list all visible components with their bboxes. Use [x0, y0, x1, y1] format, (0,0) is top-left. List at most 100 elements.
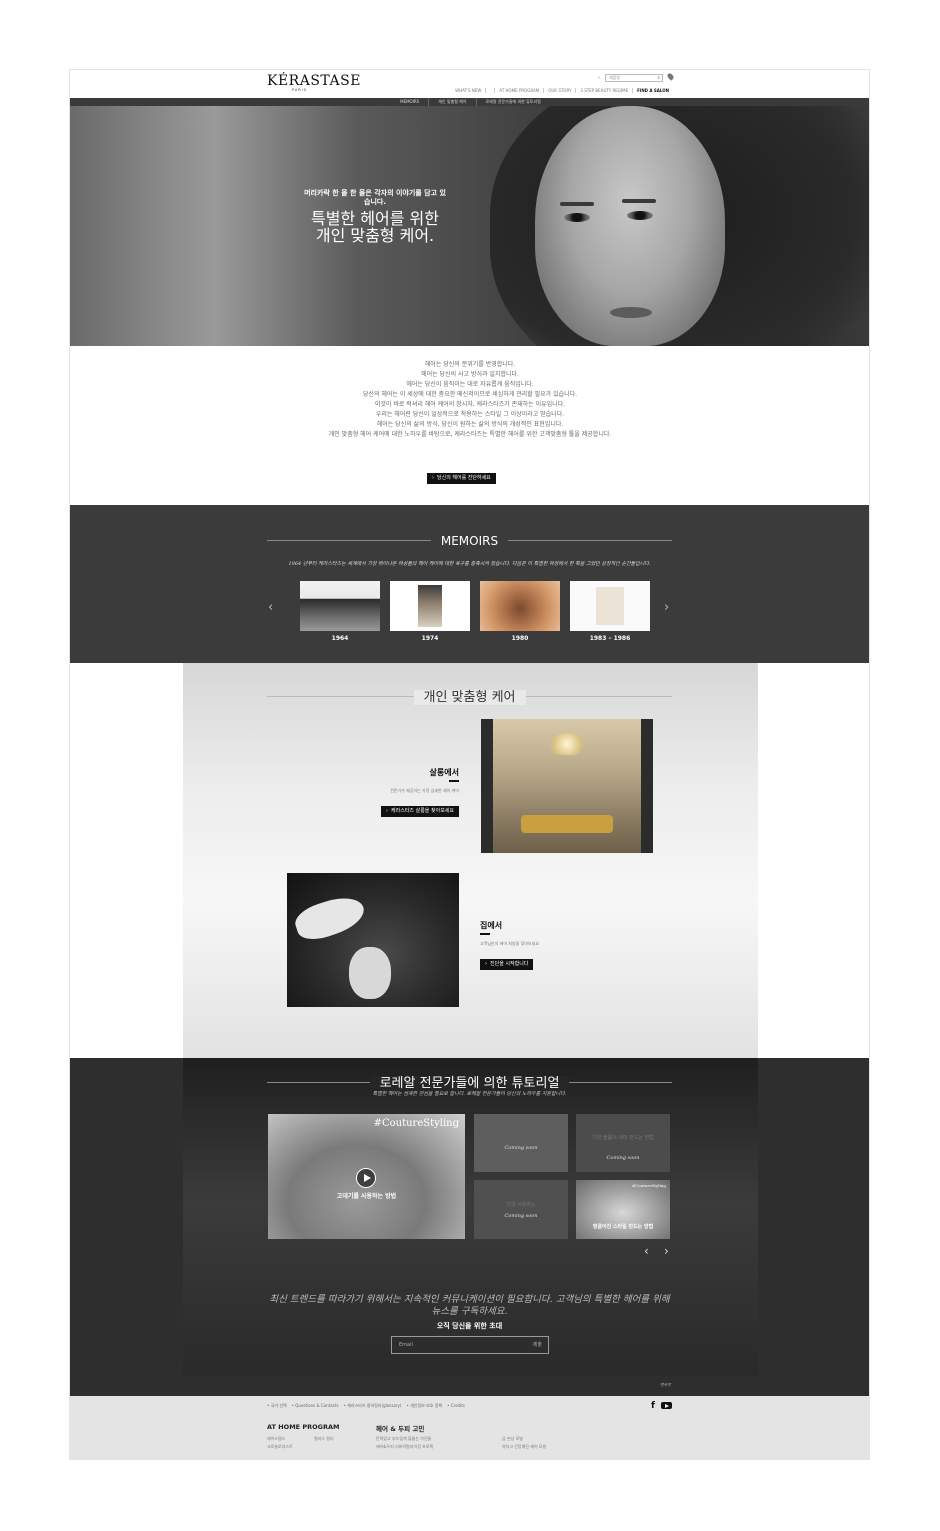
tile-faded-title: 다양 사용하는	[506, 1202, 536, 1208]
location-pin-icon[interactable]	[666, 72, 675, 81]
memoir-year-1980: 1980	[511, 635, 529, 642]
site-header: KÉRASTASE PARIS ‹ 제품명 ⌕ WHAT'S NEW AT HO…	[70, 70, 869, 98]
tutorial-prev-arrow-icon[interactable]: ‹	[644, 1244, 649, 1258]
coming-soon-label: Coming soon	[504, 1145, 538, 1151]
newsletter-invite: 오직 당신을 위한 초대	[436, 1322, 503, 1330]
footer-col1-item[interactable]: 컬러스 릴리	[314, 1436, 334, 1442]
intro-line: 헤어는 당신이 움직이는 대로 자유롭게 움직입니다.	[406, 381, 534, 388]
hand-right	[349, 947, 391, 999]
page-frame: KÉRASTASE PARIS ‹ 제품명 ⌕ WHAT'S NEW AT HO…	[69, 69, 870, 1460]
tutorial-tile-2[interactable]: 다양 볼륨의 셰이 만드는 방법 Coming soon	[576, 1114, 670, 1172]
salon-block: 살롱에서 전문가가 제공하는 가장 섬세한 헤어 케어 › 케라스타즈 살롱을 찾…	[363, 767, 459, 817]
diagnose-hair-label: 당신의 헤어를 진단하세요	[437, 475, 491, 481]
memoirs-next-arrow-icon[interactable]: ›	[664, 600, 669, 615]
salon-door-left	[481, 719, 493, 853]
footer-col1-item[interactable]: 헤어스템스	[267, 1436, 285, 1442]
tutorial-tile-3[interactable]: 다양 사용하는 Coming soon	[474, 1180, 568, 1239]
intro-line: 헤어는 당신의 사고 방식과 일치합니다.	[421, 371, 519, 378]
find-salon-button[interactable]: › 케라스타즈 살롱을 찾아보세요	[381, 806, 459, 817]
footer-link-contacts[interactable]: Questions & Contacts	[292, 1403, 344, 1409]
footer-col1-item[interactable]: 크로놀로지스트	[267, 1444, 293, 1450]
intro-text: 헤어는 당신의 분위기를 반영합니다. 헤어는 당신의 사고 방식과 일치합니다…	[270, 360, 670, 440]
start-diagnosis-label: 진단을 시작합니다	[490, 961, 529, 967]
hero-brow-right	[622, 199, 656, 203]
search-input[interactable]: 제품명 ⌕	[605, 74, 663, 82]
home-text: 고객님만의 헤어 처방을 찾아보세요	[480, 941, 540, 946]
hero-kicker: 머리카락 한 올 한 올은 각자의 이야기를 담고 있습니다.	[304, 189, 446, 206]
intro-line: 이것이 바로 럭셔리 헤어 케어의 창시자, 케라스타즈가 존재하는 이유입니다…	[374, 401, 566, 408]
footer-link-credits[interactable]: Credits	[447, 1403, 470, 1409]
subnav-memoirs[interactable]: MEMOIRS	[391, 98, 428, 106]
memoir-thumbnail-1980[interactable]	[480, 581, 560, 631]
tutorial-tile-4[interactable]: #CoutureStyling 헝클어진 스타일 만드는 방법	[576, 1180, 670, 1239]
nav-our-story[interactable]: OUR STORY	[543, 88, 575, 93]
footer-col2-title[interactable]: 헤어 & 두피 고민	[376, 1423, 424, 1433]
footer-col2-item[interactable]: 헤어&두피 리바이탈라이징 프로젝	[376, 1444, 433, 1450]
subnav-tutorial[interactable]: 로레알 전문가들에 의한 튜토리얼	[475, 98, 550, 106]
home-haircare-image	[287, 873, 459, 1007]
youtube-icon[interactable]	[661, 1402, 672, 1409]
footer-link-privacy[interactable]: 개인정보 보호 정책	[406, 1403, 447, 1409]
site-footer: 국가 선택 Questions & Contacts 케라스타즈 용어정리(gl…	[70, 1396, 869, 1459]
tile-faded-title: 다양 볼륨의 셰이 만드는 방법	[592, 1135, 654, 1141]
tutorial-next-arrow-icon[interactable]: ›	[664, 1244, 669, 1258]
intro-line: 헤어는 당신의 분위기를 반영합니다.	[424, 361, 516, 368]
hero-lips	[610, 307, 652, 318]
tutorial-section: 로레알 전문가들에 의한 튜토리얼 특별한 헤어는 섬세한 관심을 필요로 합니…	[70, 1058, 869, 1396]
personal-care-title: 개인 맞춤형 케어	[267, 686, 672, 705]
footer-link-country[interactable]: 국가 선택	[267, 1403, 292, 1409]
nav-whats-new[interactable]: WHAT'S NEW	[451, 88, 485, 93]
memoir-year-1974: 1974	[421, 635, 439, 642]
memoir-book-cover	[418, 585, 442, 627]
nav-beauty-regime[interactable]: 3 STEP BEAUTY REGIME	[575, 88, 632, 93]
memoir-thumbnail-1974[interactable]	[390, 581, 470, 631]
intro-line: 개인 맞춤형 헤어 케어에 대한 노하우를 바탕으로, 케라스타즈는 특별한 헤…	[328, 431, 612, 438]
salon-text: 전문가가 제공하는 가장 섬세한 헤어 케어	[390, 788, 459, 793]
nav-empty	[485, 88, 494, 93]
email-input[interactable]: Email 제출	[391, 1336, 549, 1354]
memoir-year-1964: 1964	[331, 635, 349, 642]
tutorial-main-caption: 고데기를 사용하는 방법	[336, 1193, 397, 1200]
memoirs-title-text: MEMOIRS	[430, 534, 509, 548]
facebook-icon[interactable]: f	[651, 1401, 655, 1411]
tutorial-title: 로레알 전문가들에 의한 튜토리얼	[267, 1072, 672, 1091]
intro-line: 우리는 헤어란 당신이 일상적으로 착용하는 스타일 그 이상이라고 믿습니다.	[375, 411, 565, 418]
search-placeholder: 제품명	[609, 75, 621, 80]
footer-col2-item[interactable]: 약하고 건강해진 헤어 모발	[502, 1444, 546, 1450]
memoir-thumbnail-1983[interactable]	[570, 581, 650, 631]
footer-col2-item[interactable]: 탄력있고 부드럽게 볼륨는 가진들	[376, 1436, 431, 1442]
start-diagnosis-button[interactable]: › 진단을 시작합니다	[480, 959, 534, 970]
home-block: 집에서 고객님만의 헤어 처방을 찾아보세요 › 진단을 시작합니다	[480, 920, 590, 970]
tutorial-tile-1[interactable]: Coming soon	[474, 1114, 568, 1172]
search-icon[interactable]: ⌕	[657, 75, 660, 81]
memoirs-description: 1964 년부터 케라스타즈는 세계에서 가장 뛰어나온 여성들의 헤어 케어에…	[288, 561, 651, 567]
brand-logo[interactable]: KÉRASTASE	[267, 73, 361, 89]
top-navigation: WHAT'S NEW AT HOME PROGRAM OUR STORY 3 S…	[451, 88, 673, 93]
diagnose-hair-button[interactable]: › 당신의 헤어를 진단하세요	[427, 473, 496, 484]
home-heading: 집에서	[480, 920, 590, 935]
footer-col1-title[interactable]: AT HOME PROGRAM	[267, 1423, 340, 1431]
salon-door-right	[641, 719, 653, 853]
nav-at-home-program[interactable]: AT HOME PROGRAM	[494, 88, 543, 93]
tutorial-tile-caption: 헝클어진 스타일 만드는 방법	[592, 1224, 654, 1230]
play-icon[interactable]	[356, 1168, 376, 1188]
footer-link-glossary[interactable]: 케라스타즈 용어정리(glossary)	[344, 1403, 407, 1409]
hero-brow-left	[560, 202, 594, 206]
subnav-personal-care[interactable]: 개인 맞춤형 케어	[428, 98, 475, 106]
memoir-document	[596, 587, 624, 625]
memoir-thumbnail-1964[interactable]	[300, 581, 380, 631]
tutorial-hashtag: #CoutureStyling	[373, 1118, 459, 1129]
hero-title: 특별한 헤어를 위한 개인 맞춤형 케어.	[311, 209, 439, 245]
nav-find-a-salon[interactable]: FIND A SALON	[632, 88, 673, 93]
email-submit-button[interactable]: 제출	[533, 1337, 542, 1353]
intro-line: 당신의 헤어는 이 세상에 대한 중요한 메신저이므로 세심하게 관리할 필요가…	[362, 391, 578, 398]
memoirs-prev-arrow-icon[interactable]: ‹	[268, 600, 273, 615]
back-to-top-link[interactable]: 맨위로	[660, 1382, 671, 1388]
tutorial-video-main[interactable]: #CoutureStyling 고데기를 사용하는 방법	[268, 1114, 465, 1239]
hero-banner: 머리카락 한 올 한 올은 각자의 이야기를 담고 있습니다. 특별한 헤어를 …	[70, 106, 869, 346]
footer-col2-item[interactable]: 곱 손상 모발	[502, 1436, 523, 1442]
hero-eye-left	[564, 213, 590, 222]
language-chevron-icon[interactable]: ‹	[598, 75, 600, 81]
intro-line: 헤어는 당신의 삶의 방식, 당신이 원하는 삶의 방식의 개성적인 표현입니다…	[376, 421, 564, 428]
chandelier	[547, 733, 587, 755]
